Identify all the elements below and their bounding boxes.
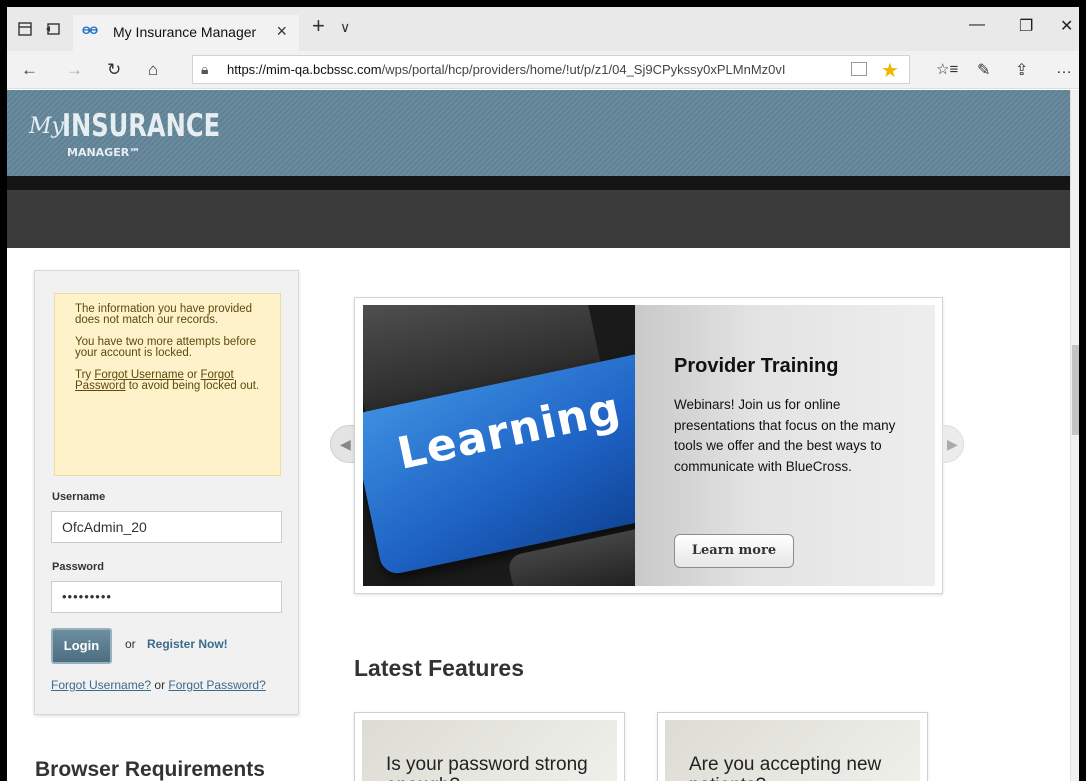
close-tab-icon[interactable]: × [276,21,287,42]
refresh-icon[interactable]: ↻ [107,60,121,80]
browser-window: ƟƟ My Insurance Manager × + ∨ — ❐ ✕ ← → … [0,0,1086,781]
scrollbar[interactable] [1070,90,1079,781]
header-divider [7,176,1079,190]
home-icon[interactable]: ⌂ [148,60,158,80]
navigation-bar: ← → ↻ ⌂ 🔒︎ https://mim-qa.bcbssc.com/wps… [7,51,1079,89]
pen-icon[interactable]: ✎ [977,60,990,80]
reading-view-icon[interactable] [851,62,867,76]
new-tab-icon[interactable]: + [312,13,325,39]
chevron-left-icon: ◀ [340,436,351,452]
logo-my: My [29,114,64,139]
url-text[interactable]: https://mim-qa.bcbssc.com/wps/portal/hcp… [227,62,847,77]
password-label: Password [52,561,104,573]
carousel: Learning Provider Training Webinars! Joi… [354,297,943,594]
nav-bar [7,190,1079,248]
password-input[interactable]: ••••••••• [51,581,282,613]
more-icon[interactable]: … [1056,60,1072,78]
web-page: My INSURANCE MANAGER℠ The information yo… [7,90,1079,781]
favorite-star-icon[interactable]: ★ [881,58,899,83]
scrollbar-thumb[interactable] [1072,345,1079,435]
username-label: Username [52,491,106,503]
tab-my-insurance-manager[interactable]: ƟƟ My Insurance Manager × [73,15,299,51]
chevron-right-icon: ▶ [947,436,958,452]
carousel-next-button[interactable]: ▶ [942,425,964,463]
register-now-link[interactable]: Register Now! [147,637,228,651]
feature-card-title: Are you accepting new patients? [689,754,882,781]
slide-content: Provider Training Webinars! Join us for … [635,305,935,586]
or-text: or [125,637,136,651]
back-icon[interactable]: ← [21,60,38,80]
login-button[interactable]: Login [51,628,112,664]
tab-preview-icon[interactable] [17,21,33,37]
browser-requirements-heading: Browser Requirements [35,758,265,781]
chevron-down-icon[interactable]: ∨ [340,19,350,36]
forward-icon[interactable]: → [66,60,83,80]
favicon-icon: ƟƟ [82,25,98,37]
share-icon[interactable]: ⇪ [1015,60,1028,80]
carousel-prev-button[interactable]: ◀ [330,425,356,463]
address-bar[interactable]: 🔒︎ https://mim-qa.bcbssc.com/wps/portal/… [192,55,910,84]
feature-card-title: Is your password strong enough? [386,754,588,781]
forgot-username-link[interactable]: Forgot Username? [51,678,151,692]
alert-attempts: You have two more attempts before your a… [75,336,257,359]
lock-icon: 🔒︎ [201,61,209,77]
error-alert: The information you have provided does n… [54,293,281,476]
alert-help: Try Forgot Username or Forgot Password t… [75,369,260,392]
minimize-icon[interactable]: — [969,16,985,34]
favorites-list-icon[interactable]: ☆≡ [936,60,958,78]
restore-icon[interactable]: ❐ [1019,16,1033,36]
alert-message: The information you have provided does n… [75,303,253,326]
slide-description: Webinars! Join us for online presentatio… [674,397,896,474]
set-tabs-aside-icon[interactable] [45,21,61,37]
slide-title: Provider Training [674,355,839,377]
logo-manager: MANAGER℠ [67,146,141,159]
logo-insurance: INSURANCE [62,108,221,144]
learn-more-button[interactable]: Learn more [674,534,794,568]
window-close-icon[interactable]: ✕ [1060,16,1073,36]
tab-title: My Insurance Manager [113,24,257,40]
learning-keyboard-image: Learning [363,305,635,586]
feature-card-patients[interactable]: Are you accepting new patients? [657,712,928,781]
header-banner: My INSURANCE MANAGER℠ [7,90,1079,176]
forgot-password-link[interactable]: Forgot Password? [168,678,265,692]
login-panel: The information you have provided does n… [34,270,299,715]
username-input[interactable]: OfcAdmin_20 [51,511,282,543]
latest-features-heading: Latest Features [354,655,525,681]
tab-strip: ƟƟ My Insurance Manager × + ∨ — ❐ ✕ [7,7,1079,51]
feature-card-password[interactable]: Is your password strong enough? [354,712,625,781]
forgot-links: Forgot Username? or Forgot Password? [51,678,266,692]
